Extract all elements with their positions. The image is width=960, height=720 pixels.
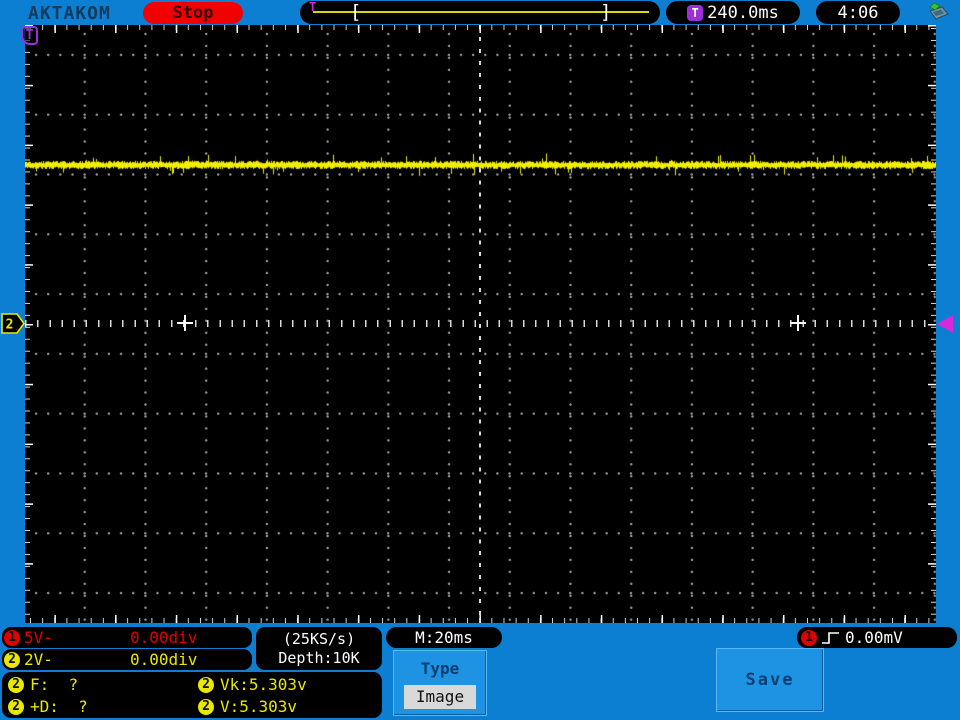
ch2-badge: 2 [4,651,20,668]
trigger-t-icon: T [687,4,704,21]
trigger-time-value: 240.0ms [707,2,779,23]
measurements-box: 2 F: ? 2 Vk:5.303v 2 +D: ? 2 V:5.303v [2,672,382,718]
measurement-text: V:5.303v [220,697,298,716]
ch1-status-box: 1 5V- 0.00div [2,627,252,648]
measurement-vk: 2 Vk:5.303v [198,675,307,694]
trigger-offscreen-marker: T [21,26,38,45]
window-right-bracket: ] [600,1,612,23]
measurement-text: Vk:5.303v [220,675,307,694]
ch2-status-box: 2 2V- 0.00div [2,649,252,670]
meas-ch-badge: 2 [198,698,214,715]
acquisition-box: (25KS/s) Depth:10K [256,627,382,670]
left-ruler [25,25,33,623]
measurement-text: F: ? [30,675,79,694]
trigger-position-bar[interactable]: T [ ] [300,0,660,24]
ch2-offset: 0.00div [130,650,198,669]
ch2-volts-div: 2V- [24,650,53,669]
trigger-source-badge: 1 [801,629,817,646]
menu-type-button[interactable]: Type Image [393,650,487,716]
trigger-level-arrow[interactable] [937,315,953,333]
rising-edge-icon [822,631,839,644]
meas-ch-badge: 2 [198,676,214,693]
memory-depth: Depth:10K [278,649,360,667]
meas-ch-badge: 2 [8,676,24,693]
measure-cursor-right[interactable] [790,315,806,331]
ch1-volts-div: 5V- [24,628,53,647]
save-button[interactable]: Save [716,648,824,712]
right-ruler [928,25,936,623]
svg-text:2: 2 [6,318,14,333]
bottom-ruler [25,615,936,623]
measurement-v: 2 V:5.303v [198,697,297,716]
measurement-text: +D: ? [30,697,88,716]
measure-cursor-left[interactable] [177,315,193,331]
menu-selected-option[interactable]: Image [404,685,476,709]
trigger-time-readout: T 240.0ms [666,1,800,24]
top-ruler [25,25,936,33]
memory-window-line [313,11,649,13]
menu-title: Type [420,659,460,678]
clock-readout: 4:06 [816,1,900,24]
ch1-offset: 0.00div [130,628,198,647]
measurement-duty: 2 +D: ? [8,697,88,716]
meas-ch-badge: 2 [8,698,24,715]
window-left-bracket: [ [350,1,362,23]
run-stop-status[interactable]: Stop [143,2,243,24]
usb-drive-icon [929,2,949,20]
waveform-display [25,25,936,623]
sample-rate: (25KS/s) [282,630,356,648]
ch2-ground-marker[interactable]: 2 [1,311,25,336]
brand-logo: AKTAKOM [28,3,111,24]
trigger-level-value: 0.00mV [845,628,903,647]
timebase-readout: M:20ms [386,627,502,648]
trigger-level-readout: 1 0.00mV [797,627,957,648]
measurement-frequency: 2 F: ? [8,675,78,694]
ch1-badge: 1 [4,629,20,646]
